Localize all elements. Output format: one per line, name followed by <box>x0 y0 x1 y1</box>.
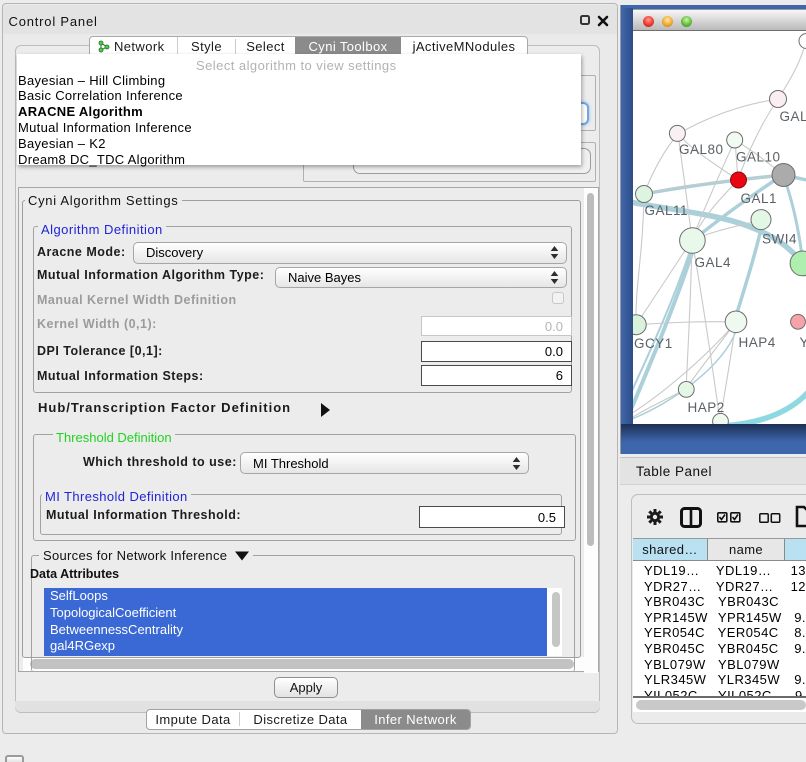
svg-text:SWI4: SWI4 <box>762 232 797 247</box>
svg-text:Y: Y <box>800 335 806 350</box>
svg-text:GAL11: GAL11 <box>645 203 689 218</box>
svg-text:GAL1: GAL1 <box>741 191 778 206</box>
svg-text:HAP4: HAP4 <box>739 335 776 350</box>
svg-text:HAP2: HAP2 <box>688 400 725 415</box>
svg-text:GAL80: GAL80 <box>679 142 724 157</box>
svg-text:GCY1: GCY1 <box>634 336 673 351</box>
svg-text:GAL4: GAL4 <box>695 255 732 270</box>
svg-text:GAL: GAL <box>780 109 806 124</box>
svg-text:GAL10: GAL10 <box>736 150 781 165</box>
